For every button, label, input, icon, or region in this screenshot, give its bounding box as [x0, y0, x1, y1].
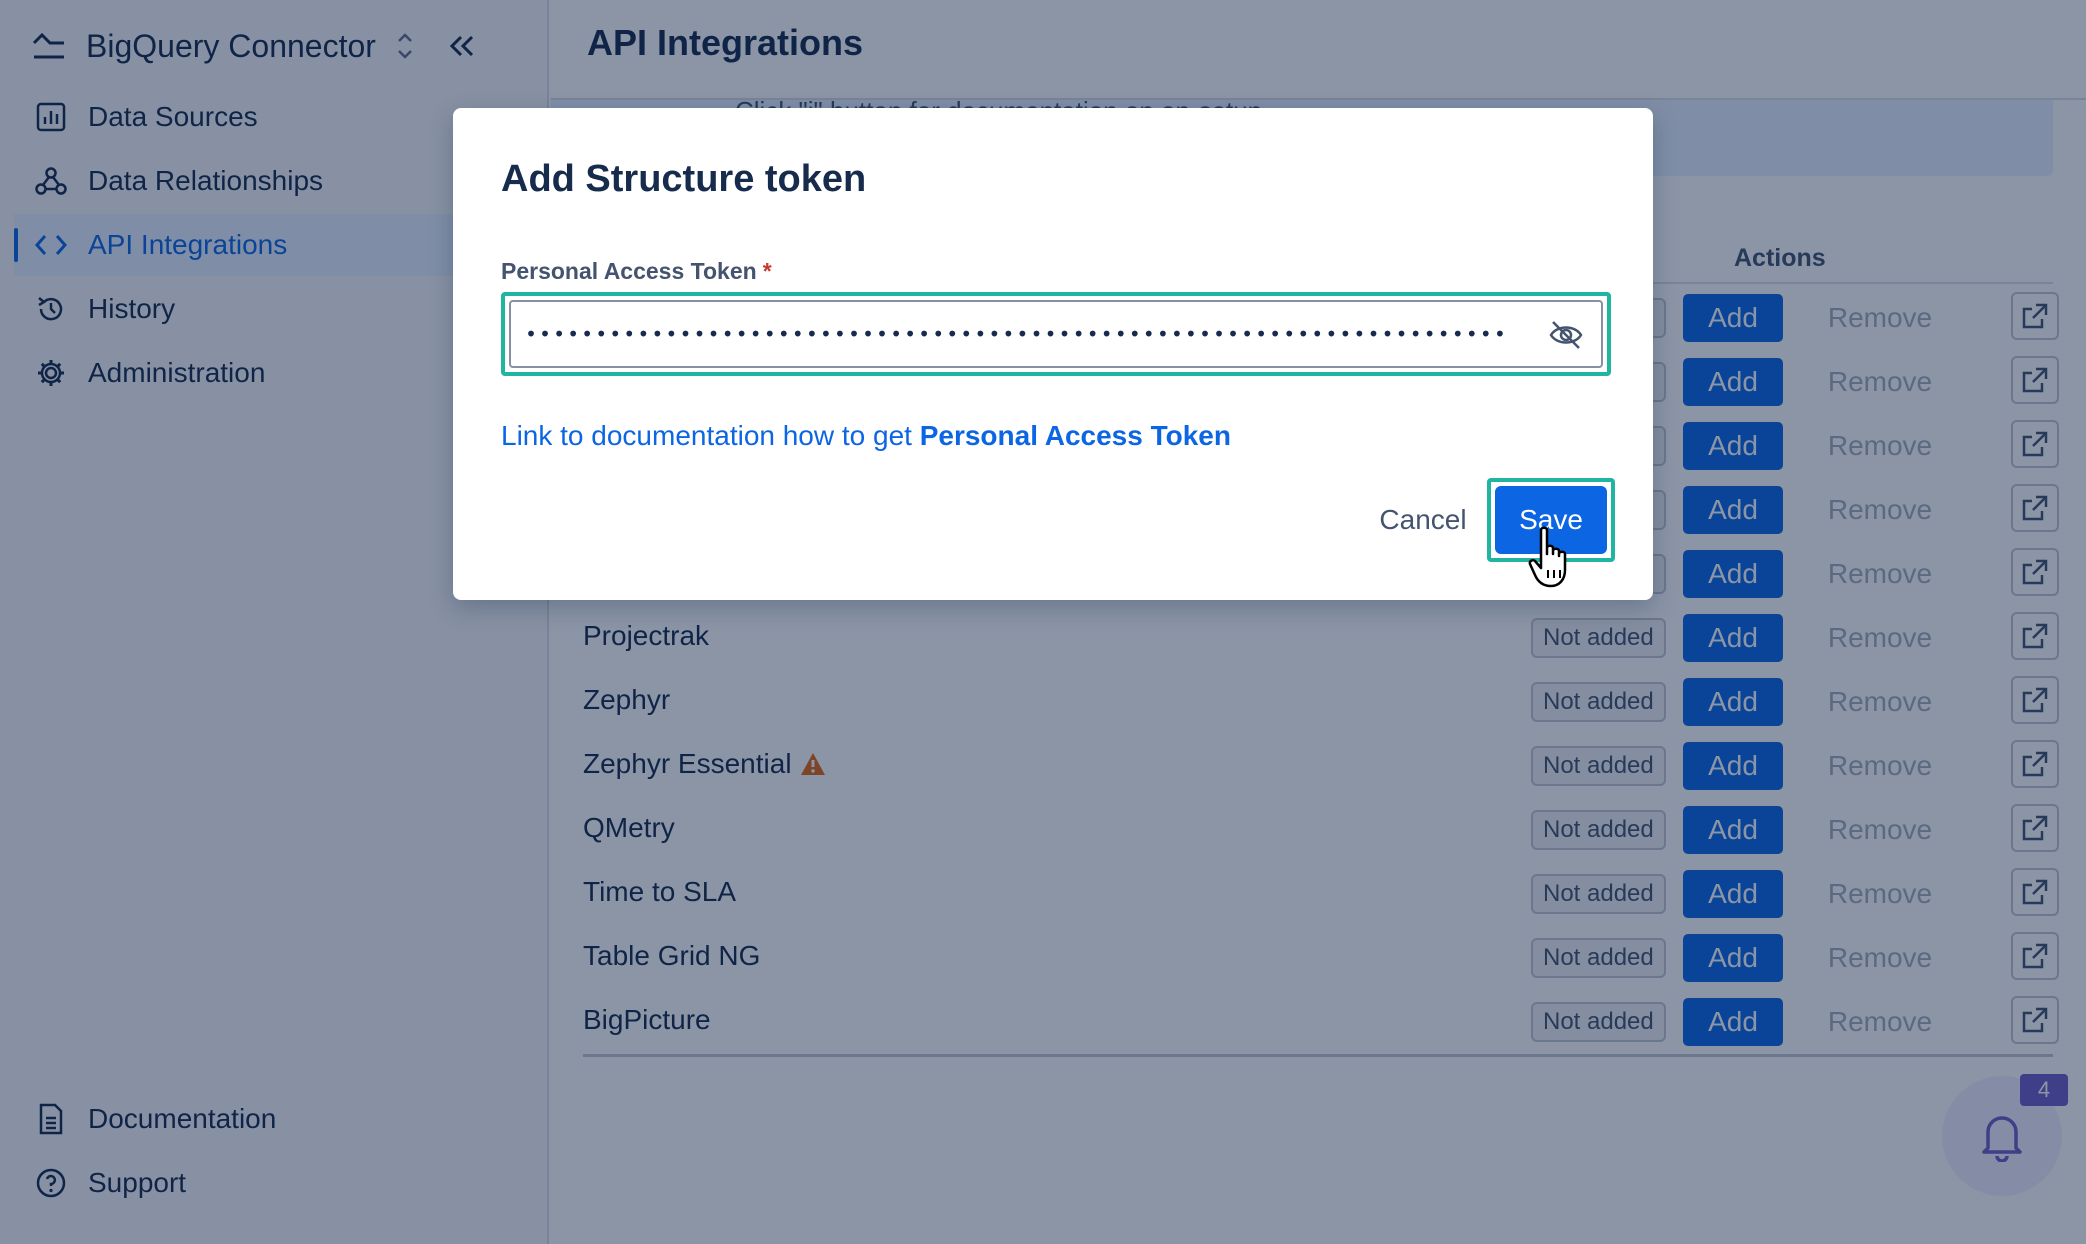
eye-off-icon[interactable]	[1547, 316, 1585, 354]
dialog-title: Add Structure token	[501, 158, 867, 200]
cancel-button[interactable]: Cancel	[1353, 492, 1493, 548]
required-indicator: *	[762, 258, 772, 284]
personal-access-token-input[interactable]	[509, 300, 1603, 368]
token-field-focus-ring	[501, 292, 1611, 376]
token-label-text: Personal Access Token	[501, 258, 757, 284]
add-structure-token-dialog: Add Structure token Personal Access Toke…	[453, 108, 1653, 600]
documentation-link[interactable]: Link to documentation how to get Persona…	[501, 420, 1231, 452]
doc-link-bold: Personal Access Token	[919, 420, 1231, 451]
doc-link-prefix: Link to documentation how to get	[501, 420, 920, 451]
hand-pointer-icon	[1528, 526, 1567, 588]
token-field-label: Personal Access Token *	[501, 258, 772, 285]
